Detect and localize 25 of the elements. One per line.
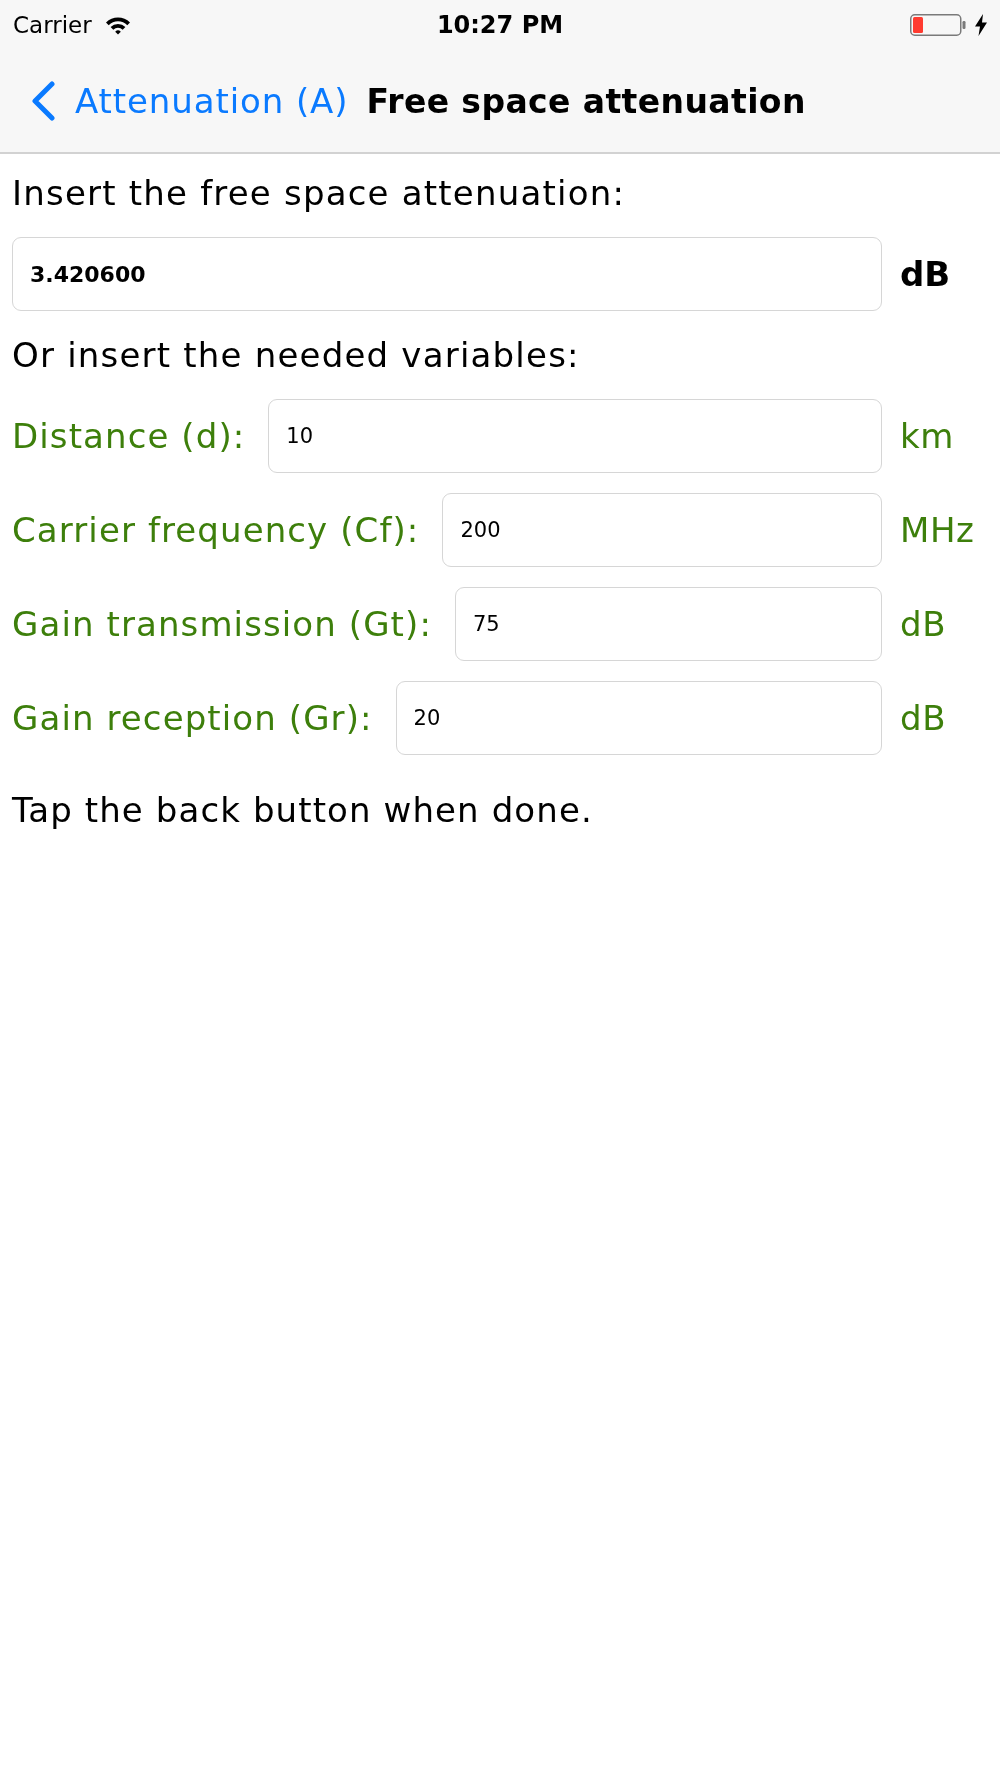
unit-label: dB <box>900 604 948 644</box>
variable-input[interactable]: 20 <box>395 681 882 755</box>
variable-input[interactable]: 10 <box>268 399 882 473</box>
unit-label: MHz <box>900 510 976 550</box>
attenuation-prompt: Insert the free space attenuation: <box>12 173 627 213</box>
variables-prompt: Or insert the needed variables: <box>12 335 581 375</box>
attenuation-input[interactable]: 3.420600 <box>12 237 882 311</box>
unit-label: dB <box>900 254 952 294</box>
variable-label: Gain reception (Gr): <box>12 698 373 738</box>
unit-label: km <box>900 416 955 456</box>
wifi-icon <box>104 15 131 35</box>
instruction-text: Tap the back button when done. <box>12 790 594 830</box>
variable-label: Distance (d): <box>12 416 246 456</box>
variable-input[interactable]: 75 <box>454 587 882 661</box>
status-time: 10:27 PM <box>436 11 564 39</box>
variable-label: Carrier frequency (Cf): <box>12 510 420 550</box>
variable-input[interactable]: 200 <box>442 493 882 567</box>
screen-title: Free space attenuation <box>366 81 806 121</box>
unit-label: dB <box>900 698 948 738</box>
chevron-icon <box>30 81 56 121</box>
charging-bolt-icon <box>975 14 987 36</box>
back-button[interactable]: Attenuation (A) <box>30 81 349 121</box>
battery-icon <box>910 14 966 36</box>
carrier-label: Carrier <box>13 12 92 38</box>
variable-label: Gain transmission (Gt): <box>12 604 432 644</box>
